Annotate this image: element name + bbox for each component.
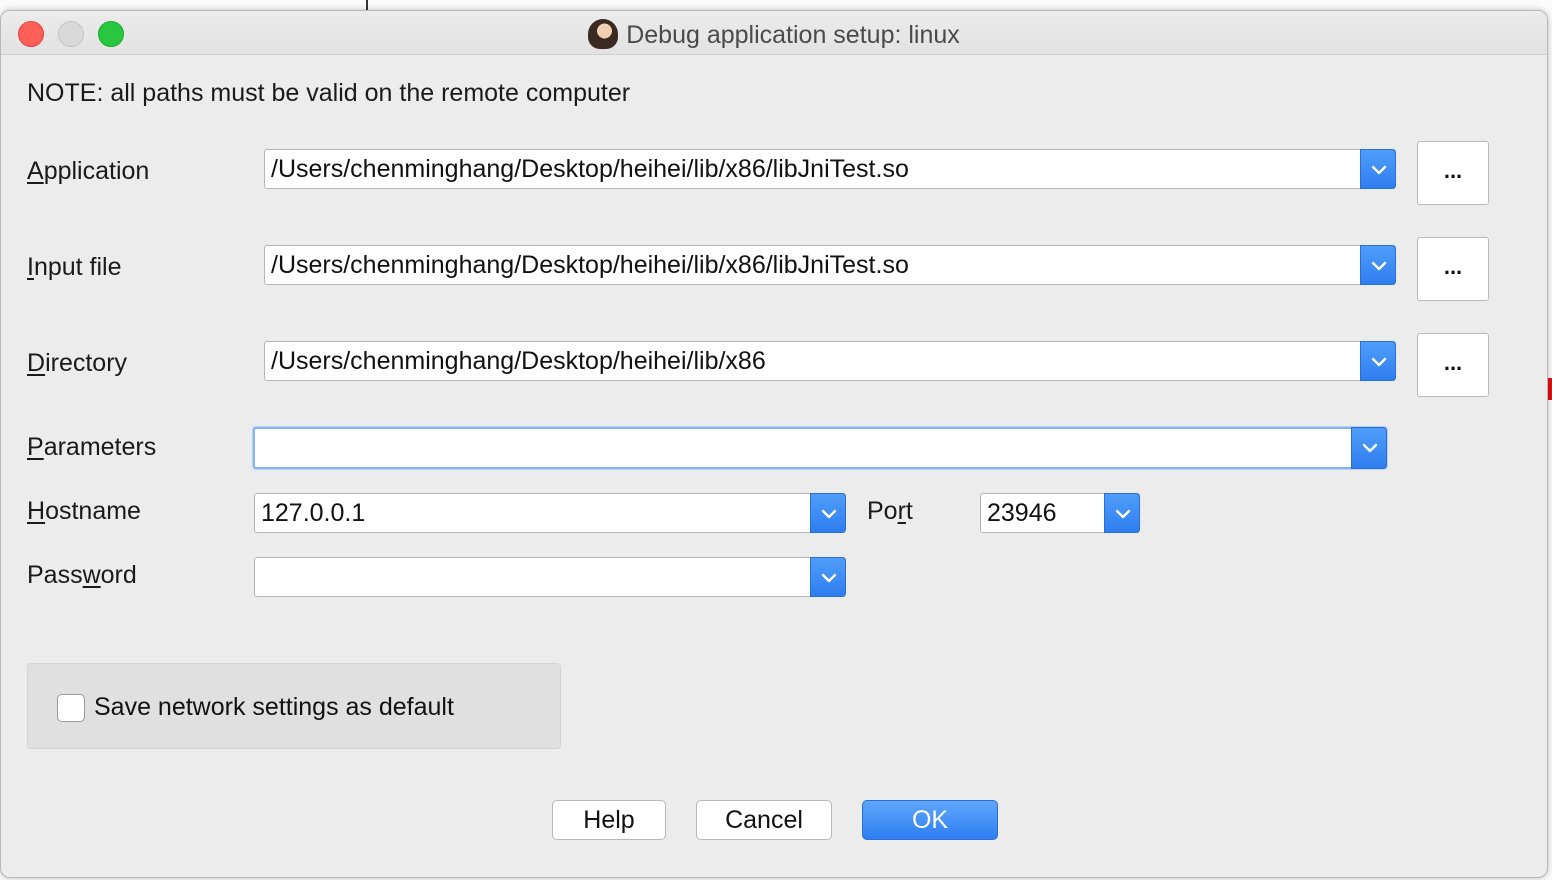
window-title: Debug application setup: linux: [626, 21, 960, 49]
application-combo[interactable]: /Users/chenminghang/Desktop/heihei/lib/x…: [264, 149, 1396, 189]
parameters-combo[interactable]: [253, 427, 1387, 469]
debug-setup-dialog: Debug application setup: linux NOTE: all…: [0, 10, 1548, 878]
input-file-browse-button[interactable]: ...: [1417, 237, 1489, 301]
hostname-value[interactable]: 127.0.0.1: [261, 499, 365, 528]
window-title-wrap: Debug application setup: linux: [1, 19, 1547, 50]
application-label: Application: [27, 157, 150, 185]
cancel-button[interactable]: Cancel: [696, 800, 832, 840]
remote-paths-note: NOTE: all paths must be valid on the rem…: [27, 79, 631, 107]
port-combo[interactable]: 23946: [980, 493, 1140, 533]
chevron-down-icon: [1115, 509, 1131, 519]
chevron-down-icon: [1362, 443, 1378, 453]
ok-button[interactable]: OK: [862, 800, 998, 840]
port-value[interactable]: 23946: [987, 499, 1057, 528]
ida-app-icon: [588, 19, 619, 49]
port-dropdown-button[interactable]: [1104, 493, 1140, 533]
chevron-down-icon: [1371, 165, 1387, 175]
chevron-down-icon: [1371, 357, 1387, 367]
hostname-dropdown-button[interactable]: [810, 493, 846, 533]
directory-label: Directory: [27, 349, 128, 377]
port-label: Port: [867, 497, 913, 525]
parameters-label: Parameters: [27, 433, 157, 461]
save-default-label[interactable]: Save network settings as default: [94, 693, 454, 722]
directory-dropdown-button[interactable]: [1360, 341, 1396, 381]
directory-combo[interactable]: /Users/chenminghang/Desktop/heihei/lib/x…: [264, 341, 1396, 381]
password-combo[interactable]: [254, 557, 846, 597]
hostname-label: Hostname: [27, 497, 141, 525]
application-dropdown-button[interactable]: [1360, 149, 1396, 189]
password-label: Password: [27, 561, 137, 589]
password-dropdown-button[interactable]: [810, 557, 846, 597]
title-bar: Debug application setup: linux: [1, 11, 1547, 55]
directory-browse-button[interactable]: ...: [1417, 333, 1489, 397]
save-default-checkbox[interactable]: [57, 694, 85, 722]
parameters-dropdown-button[interactable]: [1351, 427, 1387, 469]
network-settings-group: Save network settings as default: [27, 663, 561, 749]
directory-value[interactable]: /Users/chenminghang/Desktop/heihei/lib/x…: [271, 347, 766, 376]
input-file-combo[interactable]: /Users/chenminghang/Desktop/heihei/lib/x…: [264, 245, 1396, 285]
chevron-down-icon: [821, 509, 837, 519]
application-value[interactable]: /Users/chenminghang/Desktop/heihei/lib/x…: [271, 155, 909, 184]
help-button[interactable]: Help: [552, 800, 666, 840]
hostname-combo[interactable]: 127.0.0.1: [254, 493, 846, 533]
input-file-label: Input file: [27, 253, 122, 281]
input-file-value[interactable]: /Users/chenminghang/Desktop/heihei/lib/x…: [271, 251, 909, 280]
chevron-down-icon: [821, 573, 837, 583]
chevron-down-icon: [1371, 261, 1387, 271]
editor-gutter-line: [366, 0, 368, 10]
application-browse-button[interactable]: ...: [1417, 141, 1489, 205]
input-file-dropdown-button[interactable]: [1360, 245, 1396, 285]
